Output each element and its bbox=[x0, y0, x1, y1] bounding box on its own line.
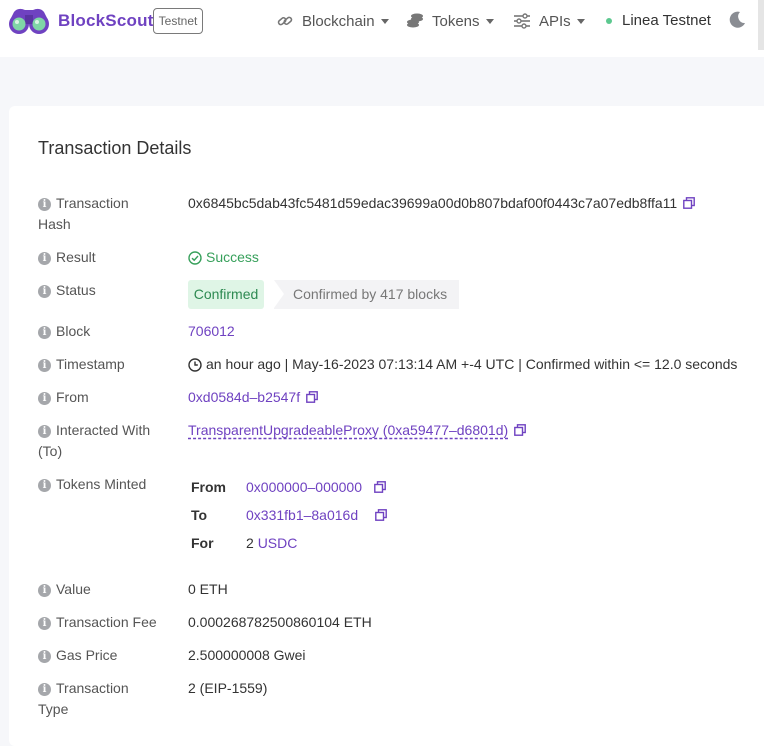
info-icon[interactable]: i bbox=[38, 617, 51, 630]
nav-tokens-label: Tokens bbox=[432, 12, 480, 30]
network-type-badge: Testnet bbox=[153, 8, 203, 34]
nav-blockchain-label: Blockchain bbox=[302, 12, 375, 30]
token-to-key: To bbox=[191, 507, 208, 523]
network-status-dot bbox=[606, 17, 612, 24]
chevron-down-icon bbox=[485, 18, 494, 24]
binoculars-logo-icon[interactable] bbox=[8, 6, 50, 36]
token-symbol-link[interactable]: USDC bbox=[258, 535, 298, 551]
scrollbar[interactable] bbox=[758, 0, 764, 50]
info-icon[interactable]: i bbox=[38, 198, 51, 211]
value-amount: 0 ETH bbox=[188, 581, 228, 597]
tx-type-label: i Transaction Type bbox=[38, 680, 129, 717]
timestamp-text: an hour ago | May-16-2023 07:13:14 AM +-… bbox=[206, 356, 738, 372]
from-value: 0xd0584d–b2547f bbox=[188, 387, 319, 408]
navbar: BlockScout Testnet Blockchain Tokens API… bbox=[0, 0, 764, 57]
token-from-address-link[interactable]: 0x000000–000000 bbox=[246, 479, 362, 495]
chevron-down-icon bbox=[380, 18, 389, 24]
info-icon[interactable]: i bbox=[38, 392, 51, 405]
hash-label: i Transaction Hash bbox=[38, 195, 129, 232]
status-badge: Confirmed bbox=[188, 280, 264, 309]
token-for-value: 2 USDC bbox=[246, 535, 297, 551]
nav-apis-label: APIs bbox=[539, 12, 571, 30]
brand-name[interactable]: BlockScout bbox=[58, 11, 154, 31]
interacted-label: i Interacted With (To) bbox=[38, 422, 151, 459]
info-icon[interactable]: i bbox=[38, 326, 51, 339]
nav-tokens[interactable]: Tokens bbox=[406, 12, 494, 30]
result-label: i Result bbox=[38, 247, 173, 268]
gas-price-value: 2.500000008 Gwei bbox=[188, 647, 306, 663]
token-from-key: From bbox=[191, 479, 226, 495]
tokens-minted-label: i Tokens Minted bbox=[38, 474, 173, 495]
block-link[interactable]: 706012 bbox=[188, 321, 235, 342]
timestamp-label: i Timestamp bbox=[38, 354, 173, 375]
moon-icon[interactable] bbox=[728, 11, 746, 29]
from-address-link[interactable]: 0xd0584d–b2547f bbox=[188, 389, 300, 405]
copy-icon[interactable] bbox=[374, 481, 386, 493]
interacted-value: TransparentUpgradeableProxy (0xa59477–d6… bbox=[188, 420, 527, 441]
network-name: Linea Testnet bbox=[622, 12, 711, 29]
apis-icon bbox=[513, 12, 531, 30]
info-icon[interactable]: i bbox=[38, 285, 51, 298]
token-for-key: For bbox=[191, 535, 214, 551]
copy-icon[interactable] bbox=[306, 391, 319, 403]
copy-icon[interactable] bbox=[683, 197, 696, 209]
timestamp-value: an hour ago | May-16-2023 07:13:14 AM +-… bbox=[188, 354, 737, 375]
info-icon[interactable]: i bbox=[38, 584, 51, 597]
token-to-address-link[interactable]: 0x331fb1–8a016d bbox=[246, 507, 358, 523]
check-circle-icon bbox=[188, 250, 202, 265]
token-amount: 2 bbox=[246, 535, 254, 551]
gas-price-label: i Gas Price bbox=[38, 645, 173, 666]
from-label: i From bbox=[38, 387, 173, 408]
nav-apis[interactable]: APIs bbox=[513, 12, 585, 30]
confirmations-badge: Confirmed by 417 blocks bbox=[274, 280, 459, 309]
copy-icon[interactable] bbox=[514, 424, 527, 436]
block-label: i Block bbox=[38, 321, 173, 342]
result-value: Success bbox=[188, 247, 259, 268]
tokens-icon bbox=[406, 12, 424, 30]
hash-value: 0x6845bc5dab43fc5481d59edac39699a00d0b80… bbox=[188, 193, 696, 214]
info-icon[interactable]: i bbox=[38, 683, 51, 696]
fee-label: i Transaction Fee bbox=[38, 612, 173, 633]
token-from-value: 0x000000–000000 bbox=[246, 479, 386, 495]
info-icon[interactable]: i bbox=[38, 479, 51, 492]
info-icon[interactable]: i bbox=[38, 650, 51, 663]
info-icon[interactable]: i bbox=[38, 252, 51, 265]
chevron-down-icon bbox=[576, 18, 585, 24]
fee-value: 0.000268782500860104 ETH bbox=[188, 614, 372, 630]
info-icon[interactable]: i bbox=[38, 425, 51, 438]
clock-icon bbox=[188, 357, 202, 372]
tx-type-value: 2 (EIP-1559) bbox=[188, 680, 268, 696]
transaction-hash: 0x6845bc5dab43fc5481d59edac39699a00d0b80… bbox=[188, 195, 678, 211]
nav-blockchain[interactable]: Blockchain bbox=[276, 12, 389, 30]
result-text: Success bbox=[206, 249, 259, 265]
token-to-value: 0x331fb1–8a016d bbox=[246, 507, 388, 523]
copy-icon[interactable] bbox=[375, 509, 388, 521]
network-selector[interactable]: Linea Testnet bbox=[606, 12, 711, 29]
info-icon[interactable]: i bbox=[38, 359, 51, 372]
value-label: i Value bbox=[38, 579, 173, 600]
status-label: i Status bbox=[38, 280, 173, 301]
page-title: Transaction Details bbox=[38, 138, 192, 158]
blockchain-icon bbox=[276, 12, 294, 30]
contract-link[interactable]: TransparentUpgradeableProxy (0xa59477–d6… bbox=[188, 422, 508, 438]
